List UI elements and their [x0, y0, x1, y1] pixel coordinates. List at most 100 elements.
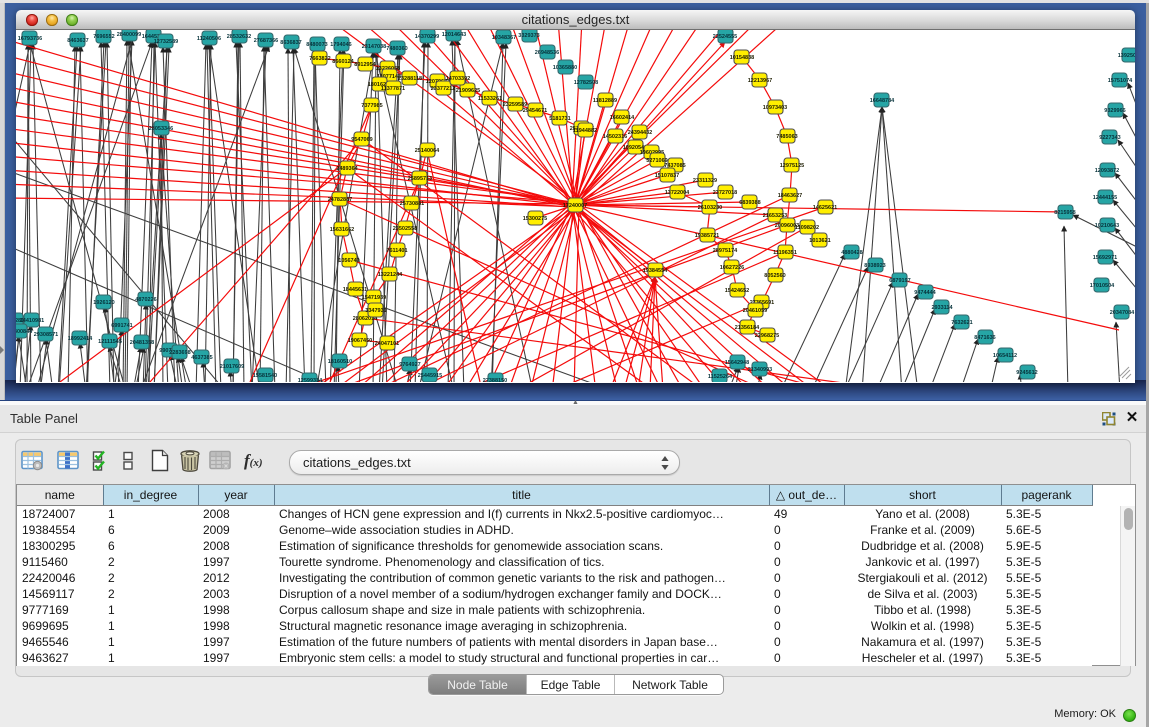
svg-text:23502558: 23502558 [393, 226, 417, 232]
svg-text:15424652: 15424652 [725, 288, 749, 294]
svg-text:21017609: 21017609 [220, 364, 244, 370]
svg-text:21340993: 21340993 [748, 367, 772, 373]
svg-text:15471939: 15471939 [362, 295, 386, 301]
svg-text:23147038: 23147038 [362, 44, 386, 50]
svg-text:14625621: 14625621 [813, 205, 837, 211]
svg-text:7696552: 7696552 [93, 34, 114, 40]
svg-text:14410981: 14410981 [20, 318, 44, 324]
svg-text:27687366: 27687366 [254, 38, 278, 44]
svg-text:10627226: 10627226 [720, 265, 744, 271]
svg-text:10210643: 10210643 [1095, 223, 1119, 229]
svg-text:17240007: 17240007 [563, 203, 587, 209]
svg-text:11098202: 11098202 [795, 225, 819, 231]
svg-text:24394432: 24394432 [628, 130, 652, 136]
svg-text:19067450: 19067450 [348, 338, 372, 344]
svg-text:14502316: 14502316 [603, 134, 627, 140]
svg-text:22968275: 22968275 [755, 333, 779, 339]
svg-text:11196351: 11196351 [773, 250, 797, 256]
svg-text:25730881: 25730881 [400, 201, 424, 207]
svg-text:25140064: 25140064 [415, 148, 440, 154]
svg-text:8052560: 8052560 [764, 273, 785, 279]
svg-text:8471636: 8471636 [974, 335, 995, 341]
svg-text:4870226: 4870226 [135, 297, 156, 303]
svg-text:10654112: 10654112 [993, 353, 1017, 359]
svg-text:8215958: 8215958 [1054, 210, 1075, 216]
svg-text:7663822: 7663822 [309, 56, 330, 62]
svg-text:6991741: 6991741 [111, 323, 132, 329]
svg-text:28400099: 28400099 [117, 32, 141, 38]
svg-text:26103230: 26103230 [698, 205, 722, 211]
svg-text:9764927: 9764927 [399, 362, 420, 368]
svg-text:1926120: 1926120 [93, 300, 114, 306]
svg-text:12782508: 12782508 [574, 80, 598, 86]
svg-text:11240506: 11240506 [197, 36, 221, 42]
svg-text:17010504: 17010504 [1090, 283, 1115, 289]
svg-text:7480360: 7480360 [386, 46, 407, 52]
svg-text:12014643: 12014643 [442, 32, 466, 38]
svg-text:11533261: 11533261 [478, 96, 502, 102]
svg-text:18463627: 18463627 [778, 193, 802, 199]
svg-text:20481358: 20481358 [130, 340, 154, 346]
svg-text:28975174: 28975174 [713, 248, 738, 254]
svg-text:11377871: 11377871 [381, 86, 405, 92]
svg-text:15300275: 15300275 [523, 216, 547, 222]
svg-text:24047101: 24047101 [375, 341, 399, 347]
svg-text:9227343: 9227343 [1099, 135, 1120, 141]
svg-text:16648784: 16648784 [870, 98, 895, 104]
svg-text:4637385: 4637385 [191, 355, 212, 361]
svg-text:22524555: 22524555 [713, 34, 737, 40]
svg-text:26948536: 26948536 [535, 50, 559, 56]
svg-text:13925013: 13925013 [1118, 53, 1135, 59]
svg-text:25445915: 25445915 [418, 373, 442, 379]
svg-text:11812889: 11812889 [593, 98, 617, 104]
svg-text:6839388: 6839388 [739, 200, 760, 206]
svg-text:12599334: 12599334 [298, 378, 323, 382]
svg-text:8636837: 8636837 [280, 40, 301, 46]
svg-text:15581540: 15581540 [253, 373, 277, 379]
svg-text:16602414: 16602414 [610, 115, 635, 121]
svg-text:28053346: 28053346 [149, 126, 173, 132]
svg-text:1056749: 1056749 [338, 258, 359, 264]
svg-text:20461059: 20461059 [743, 308, 767, 314]
svg-text:21356184: 21356184 [735, 325, 760, 331]
svg-text:15642948: 15642948 [725, 360, 749, 366]
svg-text:23727018: 23727018 [713, 190, 737, 196]
svg-text:9474444: 9474444 [914, 290, 936, 296]
svg-text:2283698: 2283698 [169, 350, 190, 356]
svg-text:3347931: 3347931 [365, 308, 386, 314]
svg-text:24782887: 24782887 [328, 197, 352, 203]
svg-text:23377212: 23377212 [431, 86, 455, 92]
svg-text:14370299: 14370299 [415, 34, 439, 40]
svg-text:10365880: 10365880 [553, 65, 577, 71]
svg-text:12213967: 12213967 [748, 78, 772, 84]
svg-text:10973403: 10973403 [763, 105, 787, 111]
svg-text:8938923: 8938923 [864, 263, 885, 269]
svg-text:14703392: 14703392 [446, 76, 470, 82]
svg-text:6879197: 6879197 [889, 278, 910, 284]
svg-text:25895713: 25895713 [408, 176, 432, 182]
svg-text:18992414: 18992414 [68, 336, 93, 342]
svg-text:12111545: 12111545 [98, 339, 122, 345]
svg-text:7377985: 7377985 [361, 103, 382, 109]
svg-text:15107837: 15107837 [655, 173, 679, 179]
svg-text:27388150: 27388150 [483, 378, 507, 382]
svg-text:28532632: 28532632 [227, 34, 251, 40]
svg-text:12093872: 12093872 [1095, 168, 1119, 174]
svg-text:10154838: 10154838 [730, 55, 754, 61]
svg-text:3329373: 3329373 [518, 33, 539, 39]
svg-text:18445631: 18445631 [343, 287, 367, 293]
svg-text:29308571: 29308571 [34, 332, 58, 338]
svg-text:8660124: 8660124 [332, 59, 354, 65]
svg-text:15692971: 15692971 [1093, 255, 1117, 261]
svg-text:13221244: 13221244 [378, 272, 403, 278]
svg-text:2933114: 2933114 [931, 305, 953, 311]
svg-text:2489364: 2489364 [336, 166, 358, 172]
svg-text:11944882: 11944882 [573, 128, 597, 134]
svg-text:4880428: 4880428 [841, 250, 862, 256]
svg-text:12732589: 12732589 [154, 39, 178, 45]
svg-text:1013621: 1013621 [809, 238, 830, 244]
svg-text:9329966: 9329966 [1104, 108, 1125, 114]
svg-text:20347084: 20347084 [1110, 310, 1135, 316]
svg-text:16793736: 16793736 [18, 36, 42, 42]
svg-text:8480073: 8480073 [306, 42, 327, 48]
